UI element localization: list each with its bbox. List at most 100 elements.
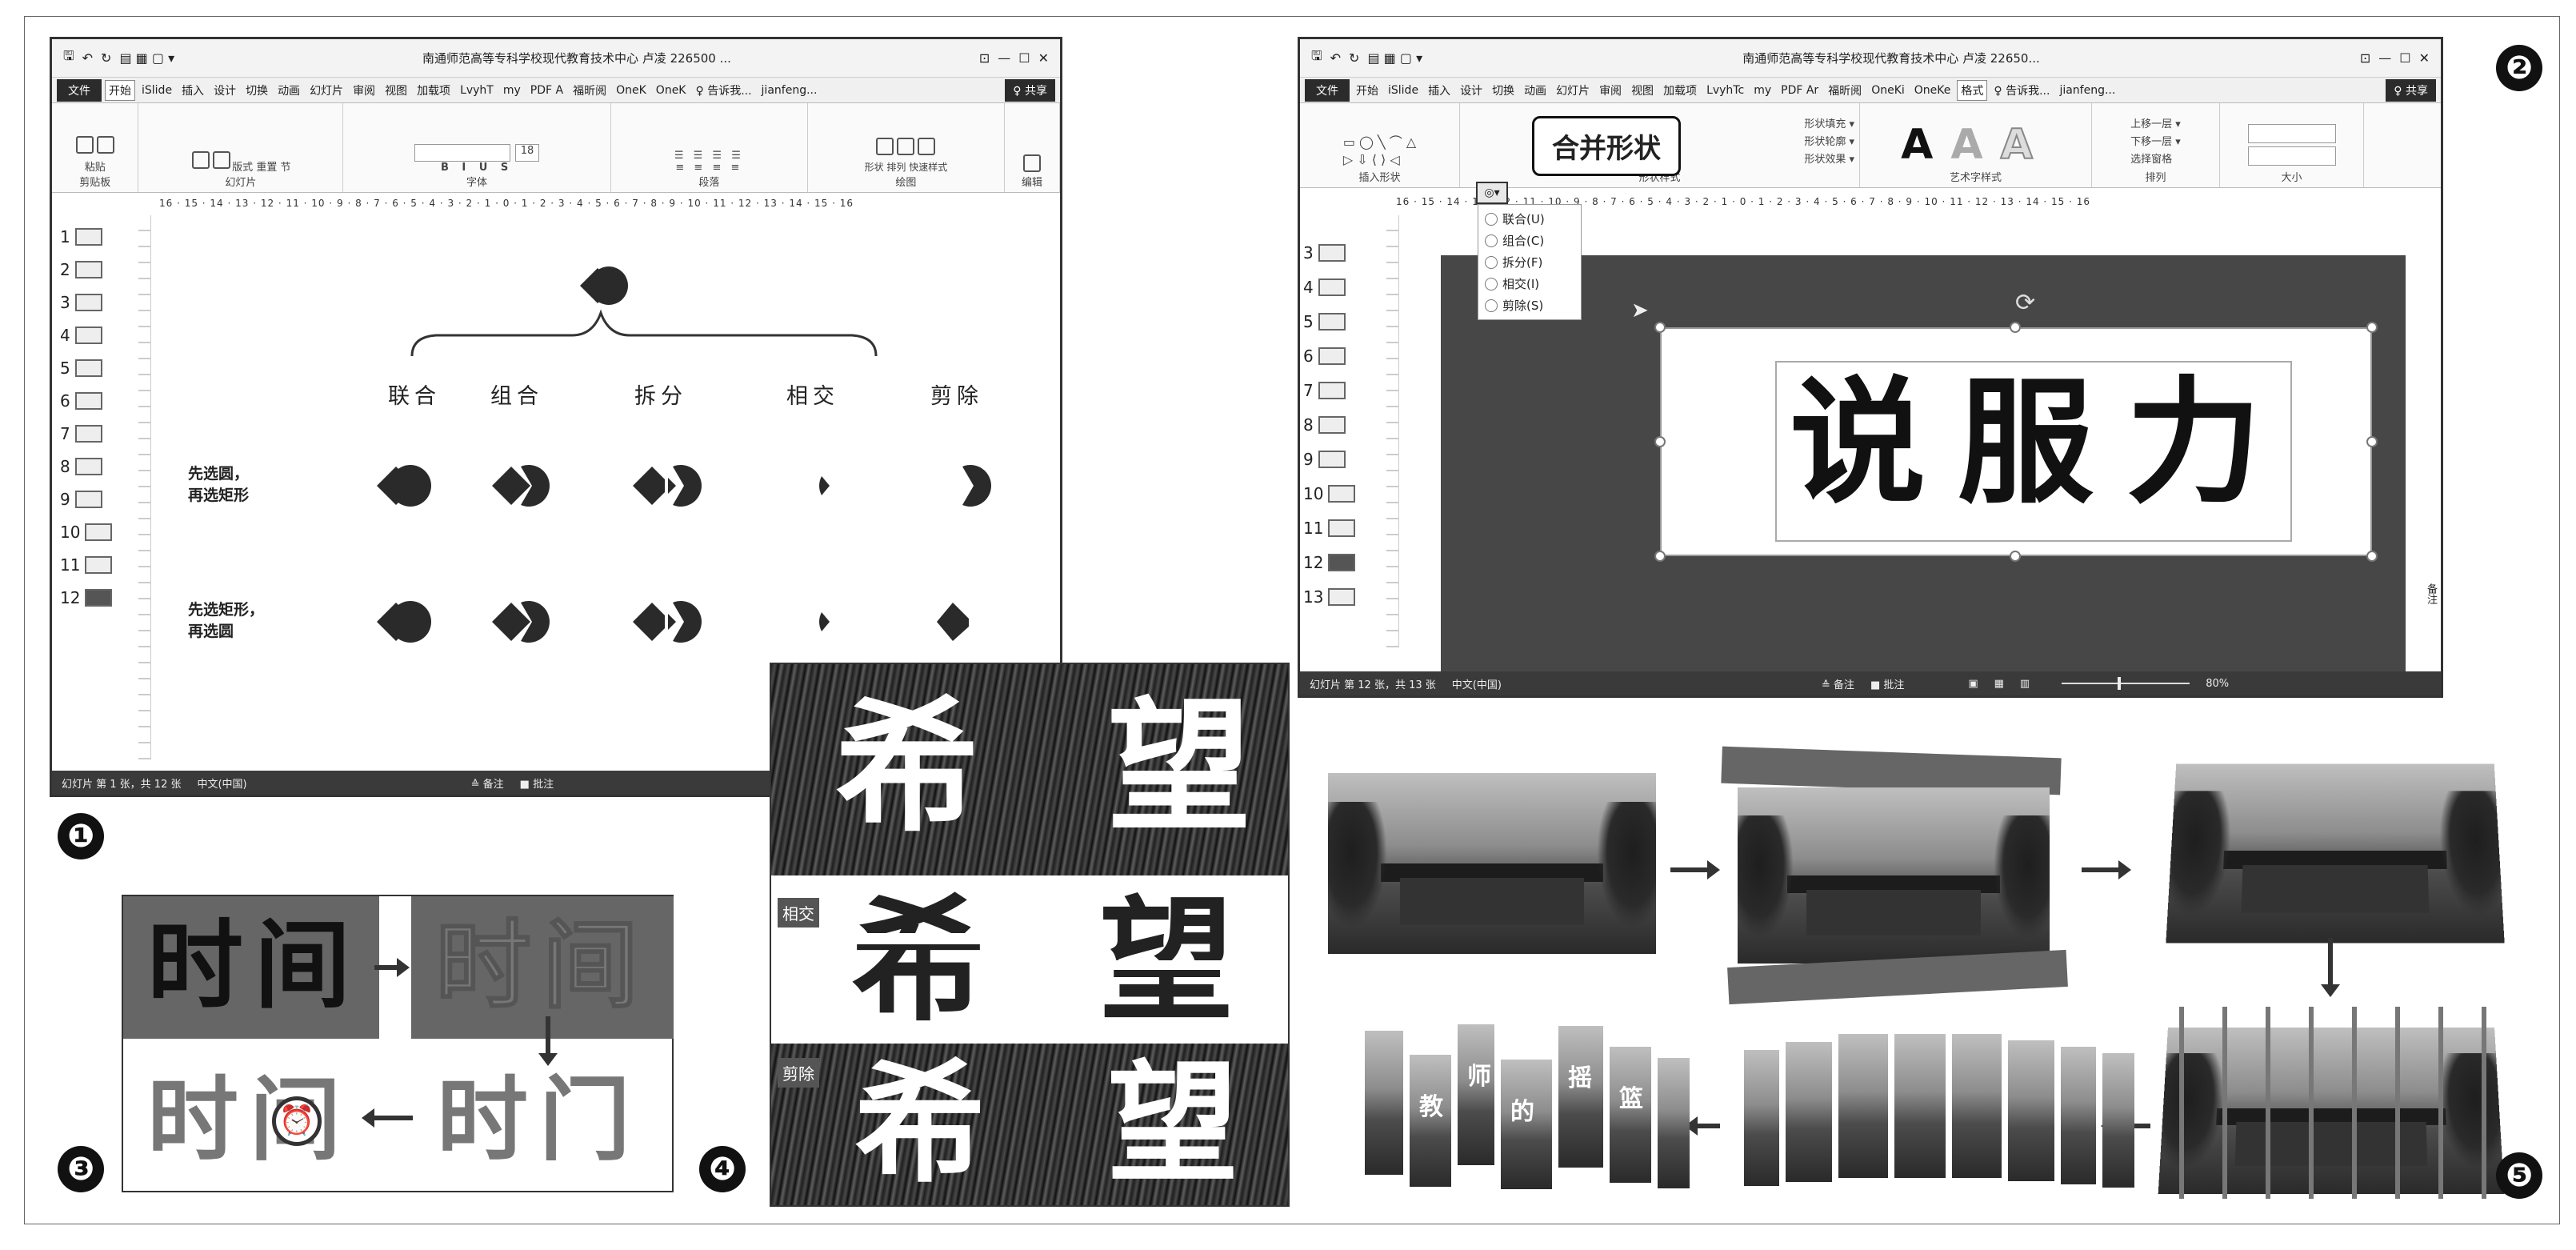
ribbon-tab[interactable]: iSlide: [138, 82, 175, 98]
bring-forward-button[interactable]: 上移一层 ▾: [2130, 116, 2181, 134]
save-icon[interactable]: 🖫: [63, 47, 74, 69]
redo-icon[interactable]: ↻: [101, 50, 111, 66]
shape-effects-button[interactable]: 形状效果 ▾: [1804, 151, 1854, 169]
shapes-button[interactable]: 形状: [865, 162, 884, 173]
ribbon-tab[interactable]: my: [500, 82, 524, 98]
slide-thumbnail[interactable]: 11: [1303, 516, 1383, 540]
slide-thumbnail[interactable]: 4: [1303, 275, 1383, 299]
slide-thumbnail[interactable]: 8: [1303, 413, 1383, 437]
resize-handle[interactable]: [2010, 551, 2021, 562]
minimize-icon[interactable]: —: [2378, 50, 2391, 66]
resize-handle[interactable]: [2010, 322, 2021, 333]
undo-icon[interactable]: ↶: [1330, 50, 1341, 66]
slide-thumbnail[interactable]: 4: [60, 323, 140, 347]
width-input[interactable]: [2247, 146, 2336, 166]
slide-thumbnail[interactable]: 12: [1303, 551, 1383, 575]
comments-button[interactable]: ■ 批注: [1870, 676, 1904, 691]
slide-thumbnail[interactable]: 1: [60, 225, 140, 249]
ribbon-tab[interactable]: 切换: [242, 81, 271, 100]
ribbon-tab[interactable]: 动画: [274, 81, 303, 100]
wordart-style-2[interactable]: A: [1950, 121, 2000, 169]
quick-access-icons[interactable]: ▤ ▦ ▢ ▾: [1367, 50, 1422, 66]
ribbon-tab[interactable]: 开始: [105, 79, 135, 101]
resize-handle[interactable]: [2366, 322, 2378, 333]
ribbon-tab[interactable]: 审阅: [350, 81, 378, 100]
ribbon-tab[interactable]: 视图: [1628, 81, 1657, 100]
ribbon-tab[interactable]: OneKi: [1868, 82, 1908, 98]
notes-button[interactable]: ≙ 备注: [471, 775, 504, 791]
ribbon-tab[interactable]: LvyhTc: [1703, 82, 1747, 98]
wordart-style-3[interactable]: A: [2000, 120, 2050, 170]
wordart-style-1[interactable]: A: [1901, 121, 1950, 169]
ribbon-tab[interactable]: ♀ 告诉我...: [1990, 81, 2053, 100]
ribbon-tab[interactable]: 文件: [1305, 78, 1350, 102]
shape-outline-button[interactable]: 形状轮廓 ▾: [1804, 134, 1854, 151]
slide-thumbnail[interactable]: 3: [60, 290, 140, 315]
ribbon-tab[interactable]: 福昕阅: [1825, 81, 1865, 100]
merge-menu-item[interactable]: 组合(C): [1478, 230, 1581, 251]
slide-thumbnail[interactable]: 10: [60, 520, 140, 544]
cut-icon[interactable]: [96, 136, 114, 154]
slide-thumbnail[interactable]: 7: [60, 422, 140, 446]
ribbon-tab[interactable]: 切换: [1489, 81, 1518, 100]
minimize-icon[interactable]: —: [998, 50, 1010, 66]
ribbon-tab[interactable]: OneK: [653, 82, 690, 98]
merge-menu-item[interactable]: 相交(I): [1478, 273, 1581, 294]
slide-thumbnail[interactable]: 2: [60, 258, 140, 282]
shape-fill-button[interactable]: 形状填充 ▾: [1804, 116, 1854, 134]
slide-thumbnail[interactable]: 3: [1303, 241, 1383, 265]
slide-thumbnail[interactable]: 12: [60, 586, 140, 610]
slide-thumbnail[interactable]: 9: [1303, 447, 1383, 471]
ribbon-tab[interactable]: 开始: [1353, 81, 1382, 100]
paste-icon[interactable]: [75, 136, 94, 154]
ribbon-tab[interactable]: my: [1750, 82, 1774, 98]
ribbon-tab[interactable]: LvyhT: [457, 82, 497, 98]
ribbon-tab[interactable]: 视图: [382, 81, 410, 100]
layout-button[interactable]: 版式: [232, 162, 253, 174]
ribbon-tab[interactable]: ♀ 共享: [1005, 78, 1055, 102]
shapes-icon[interactable]: [876, 138, 894, 155]
section-button[interactable]: 节: [280, 162, 290, 174]
slide-thumbnail[interactable]: 9: [60, 487, 140, 511]
ribbon-tab[interactable]: OneK: [613, 82, 650, 98]
ribbon-tab[interactable]: 文件: [57, 78, 102, 102]
font-name-box[interactable]: [414, 144, 510, 162]
maximize-icon[interactable]: ☐: [2399, 50, 2410, 66]
ribbon-toggle-icon[interactable]: ⊡: [2360, 50, 2370, 66]
ribbon-toggle-icon[interactable]: ⊡: [979, 50, 990, 66]
arrange-icon[interactable]: [897, 138, 915, 155]
comments-button[interactable]: ■ 批注: [520, 775, 554, 791]
ribbon-tab[interactable]: 幻灯片: [306, 81, 346, 100]
ribbon-tab[interactable]: PDF Ar: [1778, 82, 1822, 98]
slide-thumbnail[interactable]: 6: [60, 389, 140, 413]
ribbon-tab[interactable]: 动画: [1521, 81, 1550, 100]
ribbon-tab[interactable]: jianfeng...: [758, 82, 821, 98]
arrange-button[interactable]: 排列: [886, 162, 906, 173]
quick-styles-button[interactable]: 快速样式: [909, 162, 947, 173]
ribbon-tab[interactable]: 设计: [1457, 81, 1486, 100]
quick-styles-icon[interactable]: [918, 138, 936, 155]
new-slide-icon[interactable]: [192, 151, 210, 169]
ribbon-tab[interactable]: 插入: [178, 81, 207, 100]
slide-thumbnail[interactable]: 5: [1303, 310, 1383, 334]
ribbon-tab[interactable]: jianfeng...: [2056, 82, 2118, 98]
reset-button[interactable]: 重置: [256, 162, 277, 174]
redo-icon[interactable]: ↻: [1349, 50, 1359, 66]
ribbon-tab[interactable]: PDF A: [527, 82, 566, 98]
slide-thumbnail[interactable]: 6: [1303, 344, 1383, 368]
ribbon-tab[interactable]: 加载项: [414, 81, 454, 100]
ribbon-tab[interactable]: iSlide: [1385, 82, 1422, 98]
find-icon[interactable]: [1022, 154, 1041, 172]
ribbon-tab[interactable]: ♀ 告诉我...: [692, 81, 754, 100]
merge-menu-item[interactable]: 拆分(F): [1478, 251, 1581, 273]
selection-pane-button[interactable]: 选择窗格: [2130, 151, 2181, 169]
merge-menu-item[interactable]: 联合(U): [1478, 208, 1581, 230]
resize-handle[interactable]: [1654, 436, 1666, 447]
zoom-level[interactable]: 80%: [2206, 678, 2229, 690]
merge-menu-item[interactable]: 剪除(S): [1478, 294, 1581, 316]
merge-shapes-button[interactable]: ◎▾: [1476, 182, 1508, 204]
slide-thumbnail[interactable]: 11: [60, 553, 140, 577]
close-icon[interactable]: ✕: [1038, 50, 1049, 66]
height-input[interactable]: [2247, 124, 2336, 143]
ribbon-tab[interactable]: 格式: [1957, 79, 1988, 101]
